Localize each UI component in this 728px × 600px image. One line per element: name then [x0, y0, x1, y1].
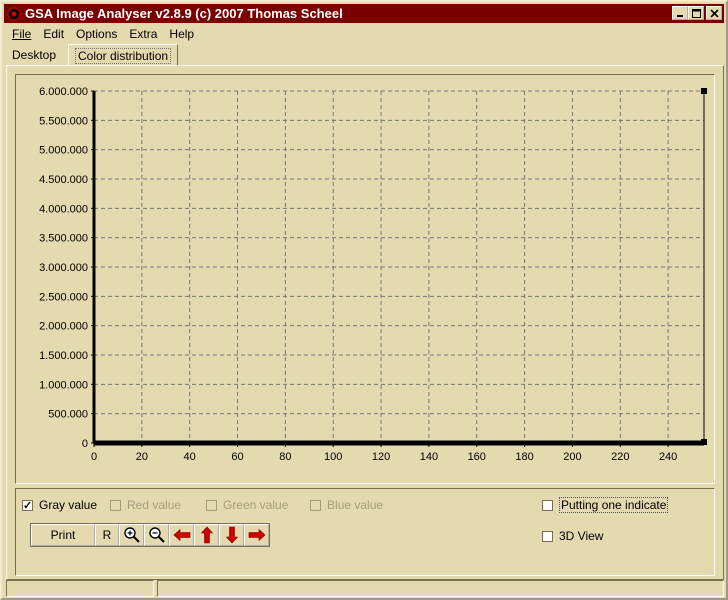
histogram-svg: 0 500.000 1.000.000 1.500.000 2.000.000 2.500… [39, 86, 707, 463]
y-tick-label: 500.000 [48, 409, 88, 421]
menu-help[interactable]: Help [163, 25, 200, 43]
putting-one-indicate-checkbox-box[interactable] [542, 499, 553, 511]
window-title: GSA Image Analyser v2.8.9 (c) 2007 Thoma… [25, 6, 343, 21]
print-button-label: Print [50, 528, 76, 542]
red-value-label: Red value [127, 498, 182, 512]
menu-options-label: Options [76, 27, 118, 41]
blue-value-checkbox[interactable]: Blue value [310, 497, 383, 513]
menu-edit-label: Edit [43, 27, 65, 41]
tab-color-distribution-label: Color distribution [75, 48, 172, 64]
3d-view-checkbox-box[interactable] [542, 530, 553, 542]
y-tick-label: 0 [82, 438, 88, 450]
arrow-right-icon [248, 528, 265, 542]
menu-file[interactable]: File [6, 25, 37, 43]
green-value-checkbox[interactable]: Green value [206, 497, 288, 513]
maximize-icon[interactable] [688, 6, 704, 20]
histogram-chart: 0 500.000 1.000.000 1.500.000 2.000.000 2.500… [15, 74, 715, 484]
x-tick-label: 120 [372, 451, 390, 463]
zoom-out-icon [148, 527, 165, 543]
print-button[interactable]: Print [31, 524, 95, 546]
menu-file-label: File [12, 27, 32, 41]
x-tick-label: 200 [563, 451, 581, 463]
corner-marker [701, 439, 707, 445]
3d-view-label: 3D View [559, 529, 604, 543]
y-tick-label: 5.000.000 [39, 145, 88, 157]
x-tick-label: 220 [611, 451, 629, 463]
y-tick-label: 5.500.000 [39, 115, 88, 127]
reset-button[interactable]: R [95, 524, 119, 546]
y-tick-label: 4.500.000 [39, 174, 88, 186]
green-value-checkbox-box[interactable] [206, 499, 217, 511]
pan-left-button[interactable] [169, 524, 194, 546]
status-cell-left [6, 580, 154, 597]
zoom-in-button[interactable] [119, 524, 144, 546]
tab-desktop-label: Desktop [12, 48, 57, 62]
blue-value-label: Blue value [327, 498, 384, 512]
app-window: GSA Image Analyser v2.8.9 (c) 2007 Thoma… [0, 0, 728, 600]
x-tick-label: 80 [279, 451, 291, 463]
x-tick-label: 160 [468, 451, 486, 463]
pan-down-button[interactable] [219, 524, 244, 546]
blue-value-checkbox-box[interactable] [310, 499, 321, 511]
y-tick-label: 3.000.000 [39, 262, 88, 274]
gray-value-checkbox-box[interactable]: ✓ [22, 499, 33, 512]
red-value-checkbox[interactable]: Red value [110, 497, 181, 513]
data-point [701, 88, 707, 94]
tab-color-distribution[interactable]: Color distribution [68, 44, 179, 66]
menu-extra-label: Extra [129, 27, 158, 41]
menu-bar: File Edit Options Extra Help [6, 25, 200, 43]
menu-help-label: Help [169, 27, 195, 41]
pan-right-button[interactable] [244, 524, 269, 546]
color-distribution-panel: 0 500.000 1.000.000 1.500.000 2.000.000 2.500… [6, 65, 724, 580]
options-panel: ✓ Gray value Red value Green value Blue … [15, 488, 715, 576]
x-tick-label: 20 [136, 451, 148, 463]
y-tick-label: 6.000.000 [39, 86, 88, 98]
gray-value-label: Gray value [39, 498, 98, 512]
close-icon[interactable] [706, 6, 722, 20]
putting-one-indicate-label: Putting one indicate [559, 497, 669, 513]
chart-toolbar: Print R [30, 523, 270, 547]
gray-value-checkbox[interactable]: ✓ Gray value [22, 497, 97, 513]
tab-strip: Desktop Color distribution [6, 44, 724, 66]
minimize-icon[interactable] [672, 6, 688, 20]
y-tick-label: 4.000.000 [39, 203, 88, 215]
x-tick-label: 100 [324, 451, 342, 463]
x-tick-label: 60 [231, 451, 243, 463]
y-tick-label: 2.000.000 [39, 321, 88, 333]
app-icon [7, 6, 21, 21]
menu-extra[interactable]: Extra [123, 25, 163, 43]
check-icon: ✓ [23, 499, 33, 512]
x-tick-label: 240 [659, 451, 677, 463]
y-tick-label: 2.500.000 [39, 291, 88, 303]
red-value-checkbox-box[interactable] [110, 499, 121, 511]
pan-up-button[interactable] [194, 524, 219, 546]
y-tick-label: 3.500.000 [39, 233, 88, 245]
arrow-down-icon [225, 526, 238, 544]
reset-button-label: R [102, 528, 112, 542]
menu-options[interactable]: Options [70, 25, 123, 43]
x-tick-label: 140 [420, 451, 438, 463]
x-tick-label: 180 [515, 451, 533, 463]
green-value-label: Green value [223, 498, 289, 512]
3d-view-checkbox[interactable]: 3D View [542, 528, 603, 544]
status-bar [6, 580, 724, 598]
zoom-in-icon [123, 527, 140, 543]
tab-desktop[interactable]: Desktop [6, 46, 62, 64]
menu-edit[interactable]: Edit [37, 25, 70, 43]
x-tick-label: 40 [184, 451, 196, 463]
y-tick-label: 1.000.000 [39, 379, 88, 391]
arrow-left-icon [173, 528, 190, 542]
putting-one-indicate-checkbox[interactable]: Putting one indicate [542, 497, 669, 513]
status-cell-right [157, 580, 724, 597]
x-tick-label: 0 [91, 451, 97, 463]
zoom-out-button[interactable] [144, 524, 169, 546]
arrow-up-icon [200, 526, 213, 544]
y-tick-label: 1.500.000 [39, 350, 88, 362]
title-bar[interactable]: GSA Image Analyser v2.8.9 (c) 2007 Thoma… [4, 4, 724, 23]
